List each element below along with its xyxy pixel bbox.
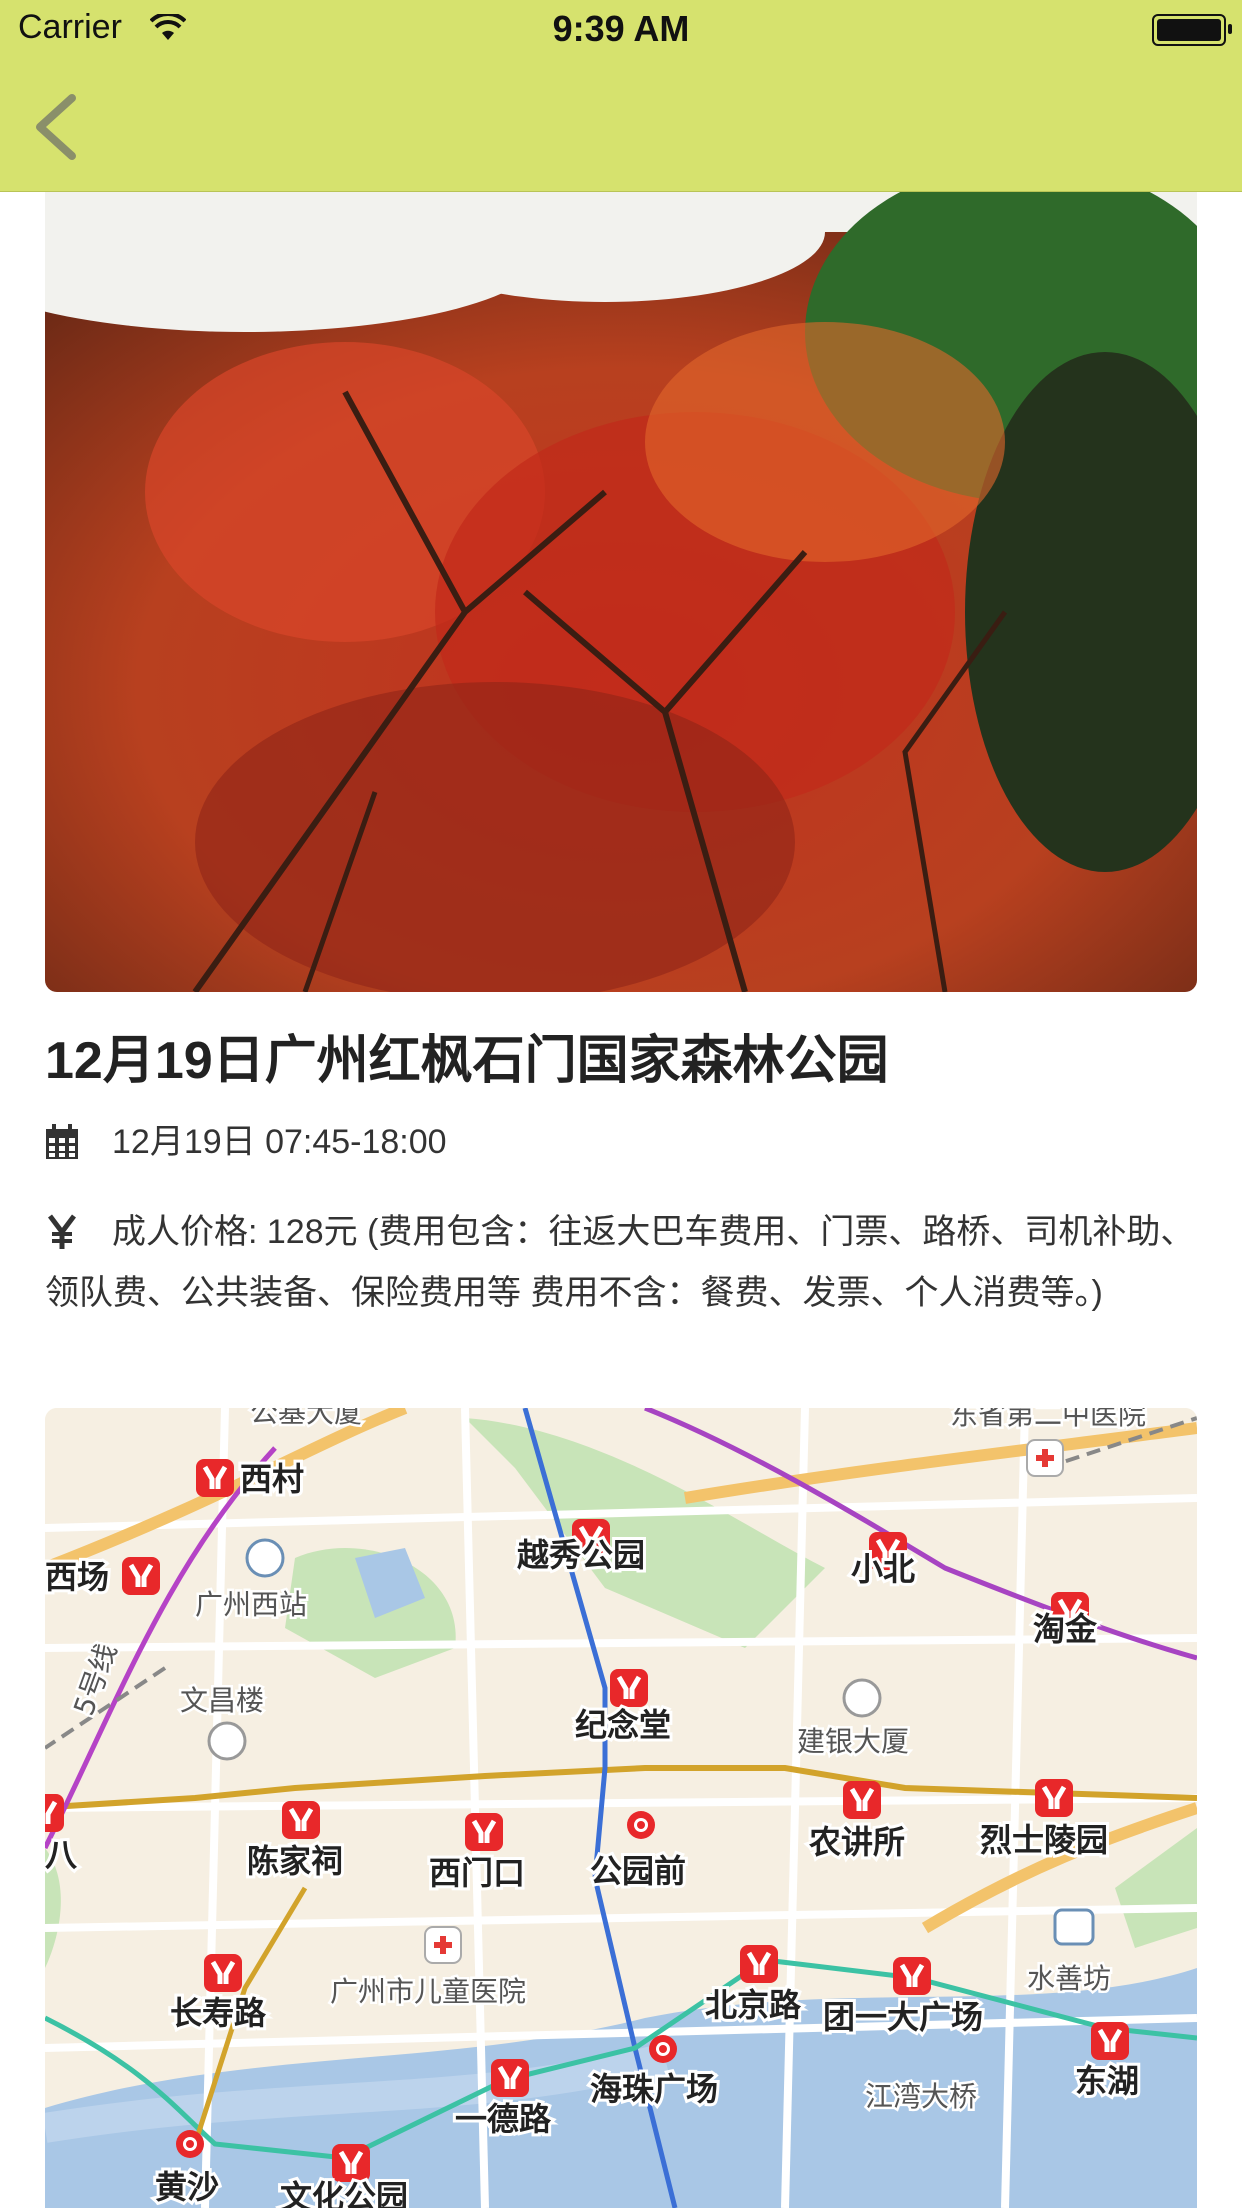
station-xiaobei: 小北 — [851, 1550, 915, 1588]
station-haizhu: 海珠广场 — [590, 2070, 718, 2108]
poi-guangzhou-west: 广州西站 — [195, 1588, 307, 1621]
navigation-bar: Carrier 9:39 AM — [0, 0, 1242, 192]
station-yuexiu: 越秀公园 — [517, 1536, 645, 1574]
poi-wenchang: 文昌楼 — [180, 1684, 264, 1717]
station-edge8: 八 — [45, 1836, 78, 1874]
station-gongyuanqian: 公园前 — [590, 1852, 686, 1890]
battery-icon — [1152, 14, 1232, 46]
station-wenhua: 文化公园 — [280, 2178, 408, 2208]
location-map[interactable]: 西村 西场 越秀公园 小北 淘金 纪念堂 陈家祠 西门口 公园前 农讲所 烈士陵… — [45, 1408, 1197, 2208]
station-yidelu: 一德路 — [455, 2100, 552, 2138]
status-bar: Carrier 9:39 AM — [0, 0, 1242, 60]
yen-icon — [48, 1214, 76, 1249]
poi-childrens-hospital: 广州市儿童医院 — [330, 1975, 526, 2008]
status-time: 9:39 AM — [552, 8, 690, 49]
station-dongshan: 东湖 — [1075, 2062, 1139, 2100]
station-nongjiangsuo: 农讲所 — [809, 1823, 905, 1861]
event-date: 12月19日 07:45-18:00 — [112, 1123, 447, 1161]
calendar-icon — [46, 1124, 78, 1159]
station-taojin: 淘金 — [1033, 1610, 1098, 1648]
poi-shuishanfang: 水善坊 — [1027, 1962, 1111, 1995]
event-price: 成人价格: 128元 (费用包含：往返大巴车费用、门票、路桥、司机补助、领队费、… — [45, 1213, 1195, 1312]
station-xichang: 西场 — [45, 1558, 109, 1596]
poi-top-left: 公基大厦 — [250, 1408, 362, 1429]
poi-jiangwan: 江湾大桥 — [865, 2080, 977, 2113]
station-jiniantang: 纪念堂 — [575, 1706, 671, 1744]
station-huangsha: 黄沙 — [155, 2168, 219, 2206]
station-chenjiaci: 陈家祠 — [247, 1842, 343, 1880]
event-price-row: 成人价格: 128元 (费用包含：往返大巴车费用、门票、路桥、司机补助、领队费、… — [45, 1202, 1197, 1324]
station-changshou: 长寿路 — [170, 1994, 267, 2032]
station-tuanyi: 团一大广场 — [823, 1998, 983, 2036]
poi-top-right: 东省第二中医院 — [950, 1408, 1146, 1431]
poi-jianyin: 建银大厦 — [797, 1725, 909, 1758]
station-ximenkou: 西门口 — [429, 1854, 525, 1892]
station-beijinglu: 北京路 — [705, 1986, 802, 2024]
station-xicun: 西村 — [240, 1460, 304, 1498]
chevron-left-icon[interactable] — [30, 92, 90, 162]
event-date-row: 12月19日 07:45-18:00 — [45, 1112, 1197, 1173]
event-photo — [45, 192, 1197, 992]
event-title: 12月19日广州红枫石门国家森林公园 — [45, 1032, 889, 1090]
station-lieshi: 烈士陵园 — [980, 1821, 1108, 1859]
